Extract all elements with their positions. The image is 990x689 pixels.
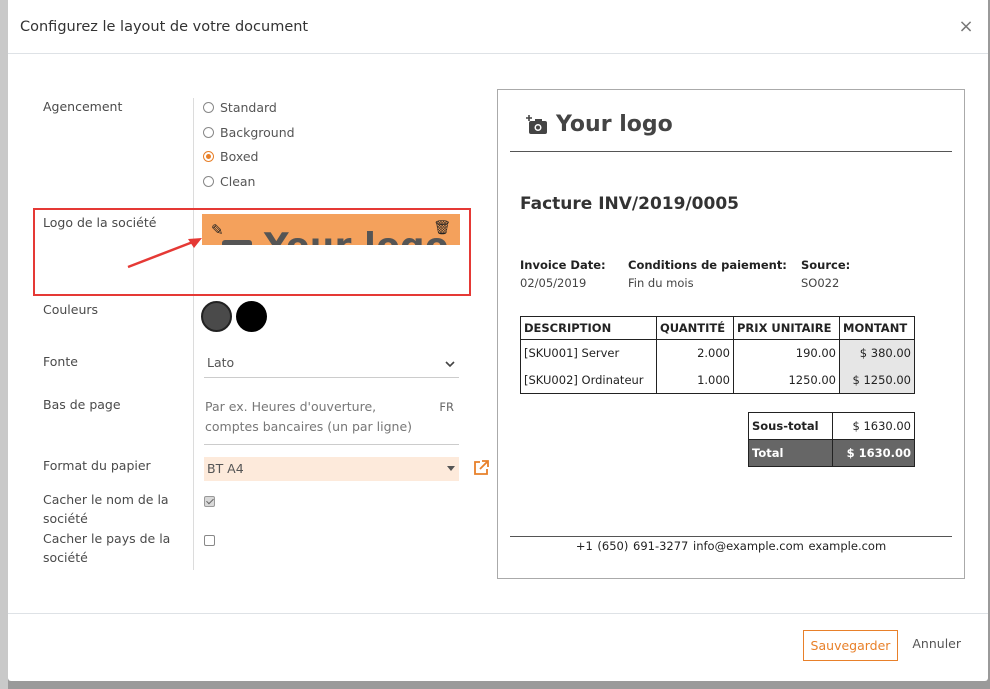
info-header: Source:: [801, 258, 851, 272]
radio-label: Clean: [220, 174, 256, 189]
radio-label: Background: [220, 125, 295, 140]
info-value: Fin du mois: [628, 276, 694, 290]
highlight-box: [33, 208, 471, 296]
paper-label: Format du papier: [43, 458, 151, 473]
language-badge[interactable]: FR: [439, 397, 454, 417]
radio-boxed[interactable]: Boxed: [203, 149, 258, 164]
secondary-color-swatch[interactable]: [236, 301, 267, 332]
cell-unit-price: 190.00: [733, 339, 840, 367]
document-preview: Your logo Facture INV/2019/0005 Invoice …: [497, 89, 965, 579]
info-source: Source: SO022: [801, 258, 850, 290]
radio-clean[interactable]: Clean: [203, 174, 255, 189]
invoice-lines-table: DESCRIPTION QUANTITÉ PRIX UNITAIRE MONTA…: [520, 316, 915, 394]
save-button[interactable]: Sauvegarder: [803, 630, 898, 661]
cell-description: [SKU002] Ordinateur: [520, 366, 657, 394]
subtotal-value: $ 1630.00: [832, 412, 915, 440]
dialog-title: Configurez le layout de votre document: [20, 18, 309, 35]
cell-quantity: 1.000: [656, 366, 734, 394]
primary-color-swatch[interactable]: [201, 301, 232, 332]
cancel-button[interactable]: Annuler: [912, 636, 961, 651]
dialog-footer: Sauvegarder Annuler: [8, 613, 988, 681]
invoice-title: Facture INV/2019/0005: [520, 194, 739, 214]
table-row: [SKU001] Server 2.000 190.00 $ 380.00: [520, 339, 915, 367]
info-value: SO022: [801, 276, 840, 290]
form-divider: [193, 98, 194, 570]
hide-name-label: Cacher le nom de la société: [43, 492, 169, 526]
footer-label: Bas de page: [43, 397, 121, 412]
caret-down-icon: [447, 466, 455, 471]
column-header: MONTANT: [839, 316, 915, 340]
layout-dialog: Configurez le layout de votre document ×…: [8, 0, 988, 681]
total-value: $ 1630.00: [832, 439, 915, 467]
hide-name-checkbox[interactable]: [204, 496, 215, 507]
table-row: [SKU002] Ordinateur 1.000 1250.00 $ 1250…: [520, 366, 915, 394]
backdrop: [0, 0, 8, 689]
radio-background[interactable]: Background: [203, 125, 295, 140]
font-select[interactable]: Lato: [204, 355, 459, 378]
radio-label: Standard: [220, 100, 277, 115]
table-header-row: DESCRIPTION QUANTITÉ PRIX UNITAIRE MONTA…: [520, 316, 915, 340]
layout-form: Agencement Standard Background Boxed Cle…: [8, 54, 490, 594]
chevron-down-icon: [445, 361, 455, 368]
paper-format-select[interactable]: BT A4: [204, 457, 459, 481]
header-rule: [510, 151, 952, 152]
cell-unit-price: 1250.00: [733, 366, 840, 394]
totals-table: Sous-total $ 1630.00 Total $ 1630.00: [747, 412, 915, 467]
info-value: 02/05/2019: [520, 276, 587, 290]
column-header: QUANTITÉ: [656, 316, 734, 340]
info-header: Invoice Date:: [520, 258, 606, 272]
cell-amount: $ 380.00: [839, 339, 915, 367]
hide-country-label: Cacher le pays de la société: [43, 531, 171, 565]
radio-button[interactable]: [203, 127, 214, 138]
layout-label: Agencement: [43, 99, 123, 114]
cell-description: [SKU001] Server: [520, 339, 657, 367]
font-label: Fonte: [43, 354, 78, 369]
annotation-arrow: [127, 238, 202, 269]
footer-textarea[interactable]: Par ex. Heures d'ouverture, comptes banc…: [204, 397, 459, 445]
paper-value: BT A4: [207, 461, 244, 476]
subtotal-row: Sous-total $ 1630.00: [747, 412, 915, 440]
camera-plus-icon: [526, 114, 547, 134]
column-header: PRIX UNITAIRE: [733, 316, 840, 340]
info-payment-terms: Conditions de paiement: Fin du mois: [628, 258, 787, 290]
radio-button[interactable]: [203, 102, 214, 113]
radio-label: Boxed: [220, 149, 259, 164]
preview-logo-text: Your logo: [556, 112, 673, 137]
radio-button-checked[interactable]: [203, 151, 214, 162]
radio-standard[interactable]: Standard: [203, 100, 277, 115]
total-label: Total: [747, 439, 834, 467]
cell-amount: $ 1250.00: [839, 366, 915, 394]
footer-rule: [510, 536, 952, 537]
preview-logo: Your logo: [526, 112, 673, 137]
preview-footer: +1 (650) 691-3277 info@example.com examp…: [575, 539, 887, 553]
subtotal-label: Sous-total: [747, 412, 834, 440]
footer-placeholder: Par ex. Heures d'ouverture, comptes banc…: [205, 399, 413, 434]
hide-country-checkbox[interactable]: [204, 535, 215, 546]
dialog-header: Configurez le layout de votre document ×: [8, 0, 988, 54]
colors-label: Couleurs: [43, 302, 99, 317]
font-value: Lato: [207, 355, 235, 370]
radio-button[interactable]: [203, 176, 214, 187]
cell-quantity: 2.000: [656, 339, 734, 367]
info-header: Conditions de paiement:: [628, 258, 787, 272]
close-icon[interactable]: ×: [956, 16, 976, 37]
column-header: DESCRIPTION: [520, 316, 657, 340]
external-link-icon[interactable]: [472, 459, 490, 477]
info-invoice-date: Invoice Date: 02/05/2019: [520, 258, 606, 290]
dialog-body: Agencement Standard Background Boxed Cle…: [8, 54, 988, 614]
total-row: Total $ 1630.00: [747, 439, 915, 467]
